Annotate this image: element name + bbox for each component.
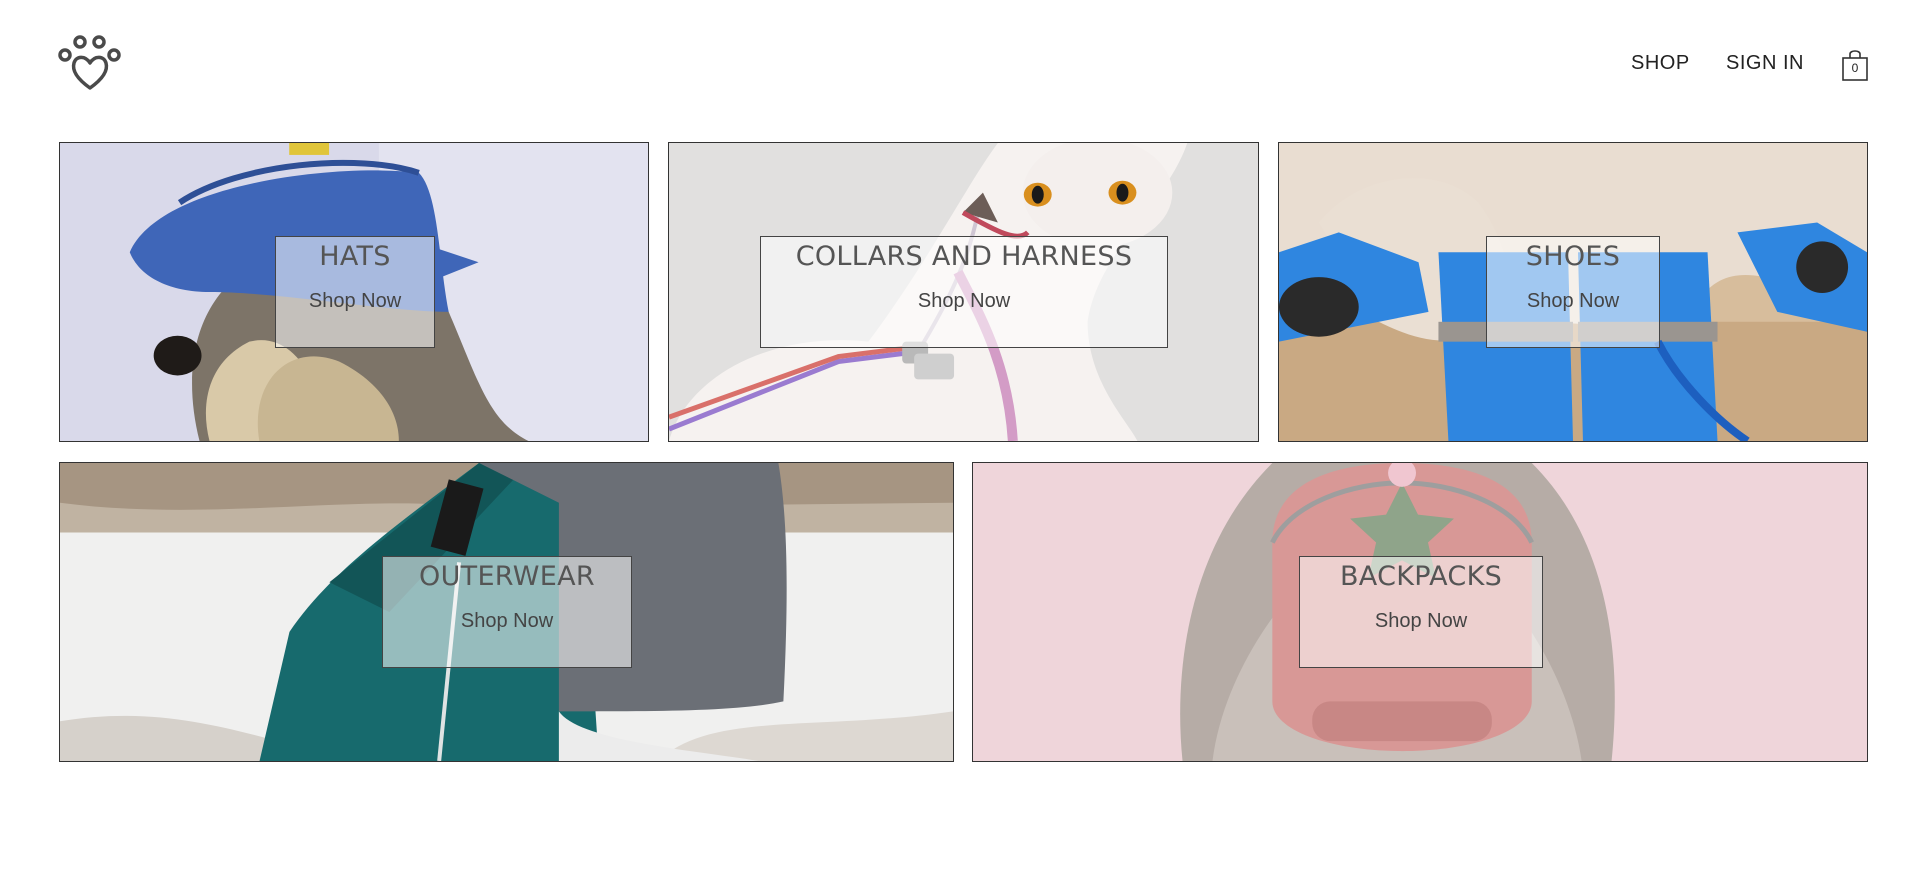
category-tile-outerwear[interactable]: OUTERWEAR Shop Now [59,462,954,762]
category-tile-collars-and-harness[interactable]: COLLARS AND HARNESS Shop Now [668,142,1259,442]
category-title: SHOES [1525,241,1621,272]
category-tile-backpacks[interactable]: BACKPACKS Shop Now [972,462,1868,762]
category-label-box: OUTERWEAR Shop Now [382,556,632,668]
paw-heart-icon[interactable] [56,34,124,92]
category-label-box: BACKPACKS Shop Now [1299,556,1543,668]
category-title: BACKPACKS [1339,561,1503,592]
shop-now-link[interactable]: Shop Now [1300,610,1542,633]
shop-now-link[interactable]: Shop Now [1487,290,1659,313]
category-title: COLLARS AND HARNESS [795,241,1133,272]
nav-signin-link[interactable]: SIGN IN [1726,52,1804,75]
category-tile-hats[interactable]: HATS Shop Now [59,142,649,442]
cart-count: 0 [1851,61,1859,75]
shop-now-link[interactable]: Shop Now [276,290,434,313]
cart-button[interactable]: 0 [1841,48,1869,82]
category-label-box: SHOES Shop Now [1486,236,1660,348]
shop-now-link[interactable]: Shop Now [761,290,1167,313]
site-header: SHOP SIGN IN 0 [0,0,1920,130]
category-label-box: HATS Shop Now [275,236,435,348]
shop-now-link[interactable]: Shop Now [383,610,631,633]
category-label-box: COLLARS AND HARNESS Shop Now [760,236,1168,348]
nav-shop-link[interactable]: SHOP [1631,52,1690,75]
category-tile-shoes[interactable]: SHOES Shop Now [1278,142,1868,442]
category-title: OUTERWEAR [419,561,595,592]
category-title: HATS [319,241,391,272]
